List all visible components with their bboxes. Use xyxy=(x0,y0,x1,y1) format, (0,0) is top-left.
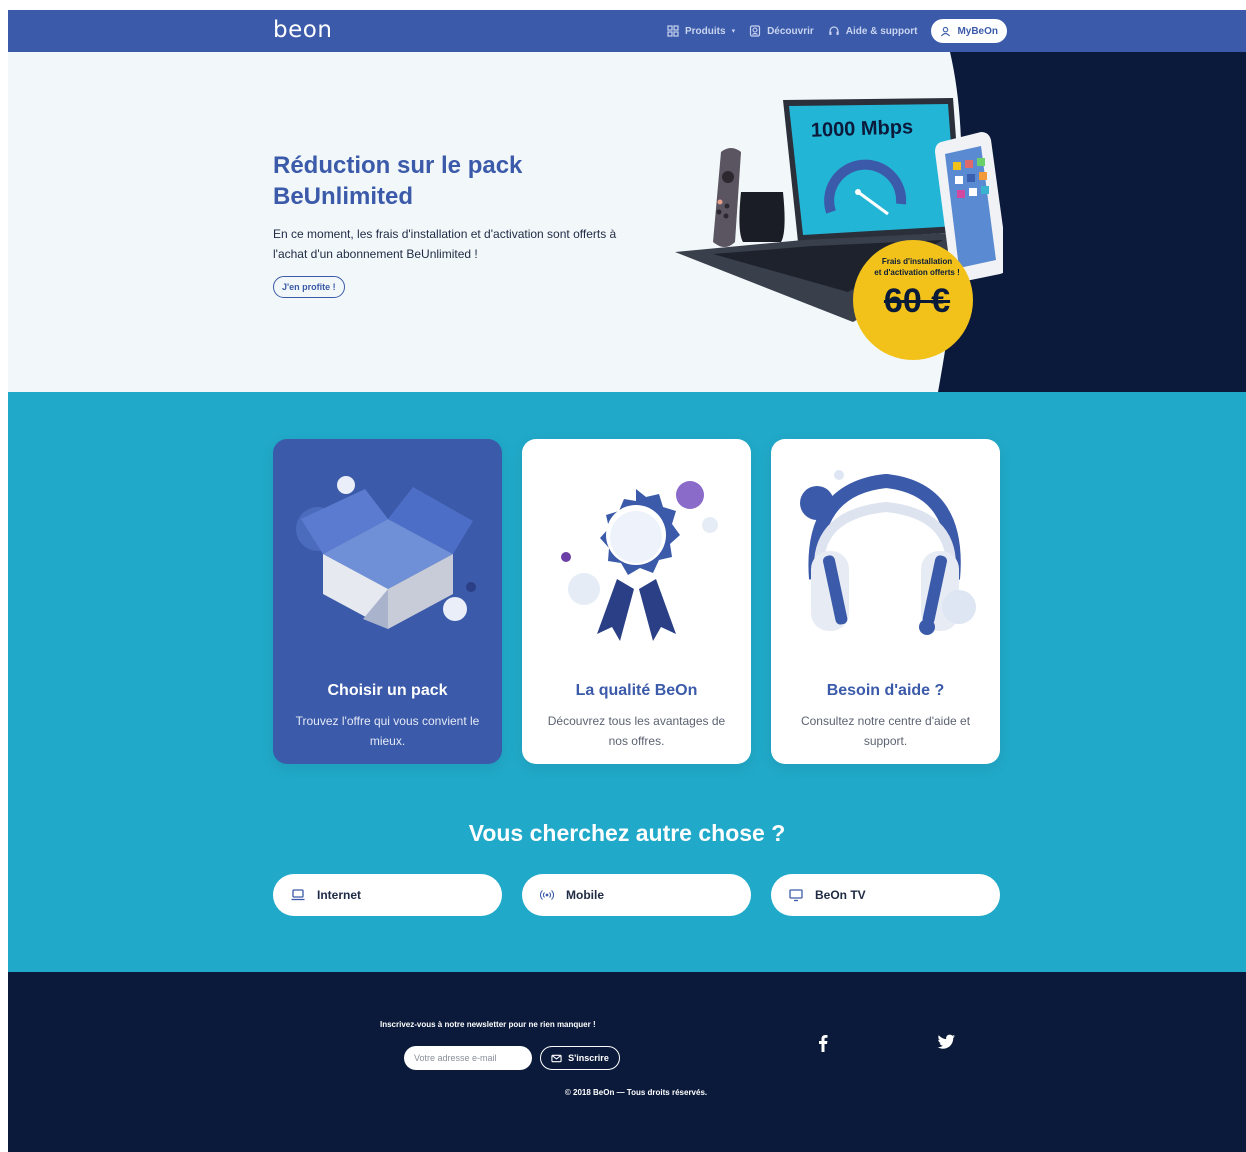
laptop-icon xyxy=(291,889,305,901)
mybeon-button[interactable]: MyBeOn xyxy=(931,19,1007,43)
other-section-title: Vous cherchez autre chose ? xyxy=(468,820,786,846)
nav-item-label: Aide & support xyxy=(845,25,918,37)
nav-item-decouvrir[interactable]: Découvrir xyxy=(749,25,814,37)
link-beon-tv[interactable]: BeOn TV xyxy=(771,874,1000,916)
copyright: © 2018 BeOn — Tous droits réservés. xyxy=(564,1088,708,1097)
nav-links: Produits ▾ Découvrir Aide & support MyBe… xyxy=(667,10,1007,52)
nav-item-produits[interactable]: Produits ▾ xyxy=(667,25,735,37)
grid-icon xyxy=(667,25,679,37)
card-title: La qualité BeOn xyxy=(575,682,698,699)
card-title: Besoin d'aide ? xyxy=(826,682,945,699)
discover-icon xyxy=(749,25,761,37)
nav-item-label: Produits xyxy=(685,25,726,37)
hero-text: Réduction sur le pack BeUnlimited En ce … xyxy=(273,150,633,298)
card-besoin-aide[interactable]: Besoin d'aide ? Consultez notre centre d… xyxy=(771,439,1000,764)
card-title: Choisir un pack xyxy=(327,682,448,699)
chevron-down-icon: ▾ xyxy=(731,28,736,35)
headset-icon xyxy=(829,26,839,35)
hero-title: Réduction sur le pack BeUnlimited xyxy=(273,152,523,210)
user-icon xyxy=(941,26,951,36)
facebook-link[interactable] xyxy=(815,1034,831,1057)
twitter-icon xyxy=(937,1034,955,1049)
card-description: Consultez notre centre d'aide et support… xyxy=(800,714,971,748)
link-label: Internet xyxy=(317,888,362,902)
page: beon Produits ▾ Découvrir Aide & support… xyxy=(8,10,1246,1152)
newsletter-label: Inscrivez-vous à notre newsletter pour n… xyxy=(380,1020,596,1029)
card-qualite-beon[interactable]: La qualité BeOn Découvrez tous les avant… xyxy=(522,439,751,764)
award-icon xyxy=(561,481,718,641)
twitter-link[interactable] xyxy=(937,1034,956,1055)
box-icon xyxy=(296,476,476,629)
link-label: Mobile xyxy=(566,888,604,902)
tv-icon xyxy=(789,889,803,902)
subscribe-label: S'inscrire xyxy=(568,1053,609,1063)
nav-item-label: Découvrir xyxy=(767,25,814,37)
mail-icon xyxy=(551,1054,562,1062)
link-label: BeOn TV xyxy=(815,888,866,902)
hero-description: En ce moment, les frais d'installation e… xyxy=(273,227,617,261)
hero-banner: Réduction sur le pack BeUnlimited En ce … xyxy=(8,52,1246,392)
facebook-icon xyxy=(819,1035,828,1052)
link-mobile[interactable]: Mobile xyxy=(522,874,751,916)
badge-line-1: Frais d'installation xyxy=(881,257,953,266)
card-description: Découvrez tous les avantages de nos offr… xyxy=(547,714,726,748)
badge-line-2: et d'activation offerts ! xyxy=(874,268,960,277)
badge-price: 60 € xyxy=(883,282,951,320)
beon-logo[interactable]: beon xyxy=(273,17,332,43)
newsletter-email-input[interactable] xyxy=(404,1046,532,1070)
features-section: Choisir un pack Trouvez l'offre qui vous… xyxy=(8,392,1246,972)
headphones-icon xyxy=(800,470,976,635)
signal-icon xyxy=(540,890,554,900)
nav-item-aide[interactable]: Aide & support xyxy=(828,25,918,37)
other-links: Internet Mobile BeOn TV xyxy=(273,874,1000,916)
mybeon-label: MyBeOn xyxy=(957,25,998,37)
feature-cards: Choisir un pack Trouvez l'offre qui vous… xyxy=(273,439,1000,764)
badge-text: Frais d'installation et d'activation off… xyxy=(858,256,976,278)
link-internet[interactable]: Internet xyxy=(273,874,502,916)
card-description: Trouvez l'offre qui vous convient le mie… xyxy=(295,714,480,748)
footer: Inscrivez-vous à notre newsletter pour n… xyxy=(8,972,1246,1152)
top-navbar: beon Produits ▾ Découvrir Aide & support… xyxy=(8,10,1246,52)
laptop-screen-text: 1000 Mbps xyxy=(810,116,914,142)
subscribe-button[interactable]: S'inscrire xyxy=(540,1046,620,1070)
hero-cta-button[interactable]: J'en profite ! xyxy=(273,276,345,298)
card-choisir-pack[interactable]: Choisir un pack Trouvez l'offre qui vous… xyxy=(273,439,502,764)
